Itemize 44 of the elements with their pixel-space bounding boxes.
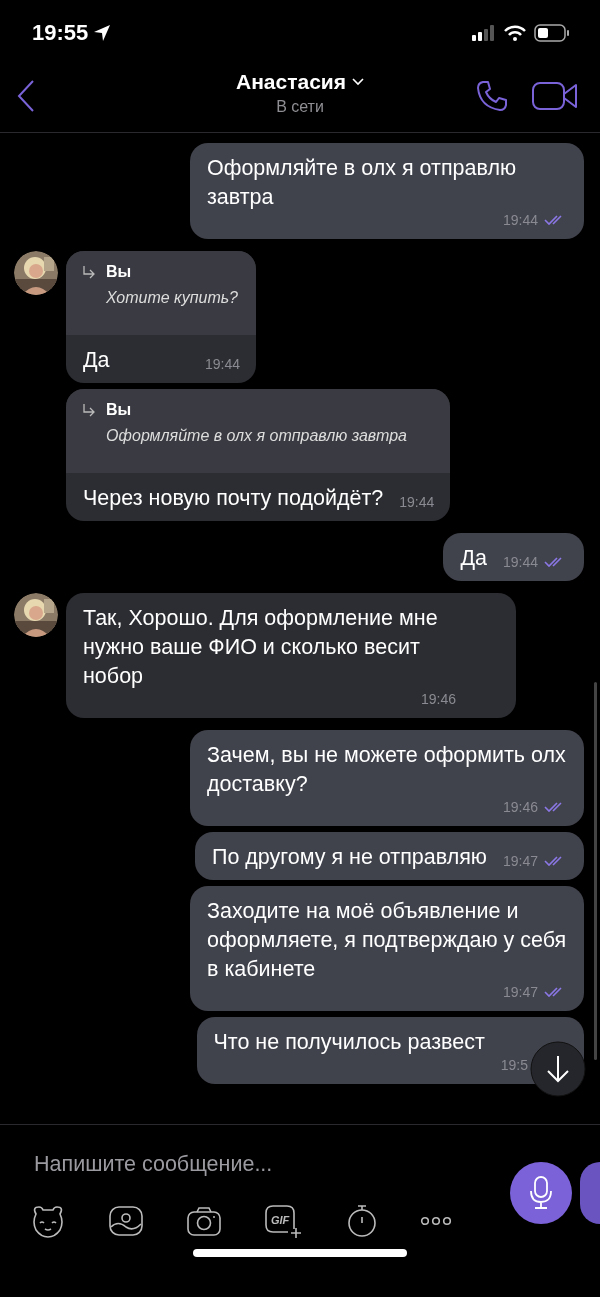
wifi-icon (504, 25, 526, 41)
quote-author: Вы (106, 263, 132, 281)
message-time: 19:5 (500, 1057, 528, 1073)
action-button[interactable] (580, 1162, 600, 1224)
message-text: Через новую почту подойдёт? (83, 485, 384, 512)
image-icon[interactable] (108, 1205, 144, 1237)
message-text: Оформляйте в олх я отправлю завтра (207, 155, 518, 211)
battery-icon (534, 24, 570, 42)
message-time: 19:44 (502, 212, 538, 228)
signal-icon (472, 25, 496, 41)
message-input[interactable]: Напишите сообщение... (30, 1147, 510, 1181)
bear-face-icon[interactable] (30, 1204, 66, 1238)
location-arrow-icon (93, 24, 112, 42)
camera-icon[interactable] (186, 1205, 222, 1237)
scroll-down-icon[interactable] (530, 1041, 586, 1097)
message-text: Да (83, 347, 110, 374)
back-icon[interactable] (16, 79, 36, 113)
message-text: Да (460, 545, 487, 572)
phone-icon[interactable] (476, 80, 508, 112)
microphone-icon (529, 1176, 553, 1210)
timer-icon[interactable] (346, 1203, 378, 1239)
more-icon[interactable] (420, 1216, 452, 1226)
message-text: По другому я не отправляю (211, 844, 487, 871)
message-time: 19:44 (399, 494, 435, 510)
message-time: 19:44 (502, 554, 538, 570)
quote-author: Вы (106, 401, 132, 419)
video-camera-icon[interactable] (532, 81, 578, 111)
message-text: Что не получилось развест (213, 1029, 486, 1056)
chevron-down-icon (352, 78, 364, 86)
message-text: Так, Хорошо. Для оформление мне нужно ваше ФИО и сколько весит нобор (83, 605, 439, 690)
quote-text: Оформляйте в олх я отправлю завтра (106, 427, 408, 445)
online-status: В сети (276, 98, 324, 116)
contact-name[interactable]: Анастасия (236, 70, 346, 94)
reply-arrow-icon (82, 265, 96, 279)
message-text: Зачем, вы не можете оформить олх доставку? (207, 742, 567, 798)
message-time: 19:46 (502, 799, 538, 815)
reply-arrow-icon (82, 403, 96, 417)
message-time: 19:46 (420, 691, 456, 707)
message-time: 19:47 (502, 853, 538, 869)
message-time: 19:47 (502, 984, 538, 1000)
quote-text: Хотите купить? (106, 289, 238, 307)
status-time: 19:55 (32, 20, 89, 46)
message-time: 19:44 (204, 356, 240, 372)
message-text: Заходите на моё объявление и оформляете, я подтверждаю у себя в кабинете (207, 898, 568, 983)
